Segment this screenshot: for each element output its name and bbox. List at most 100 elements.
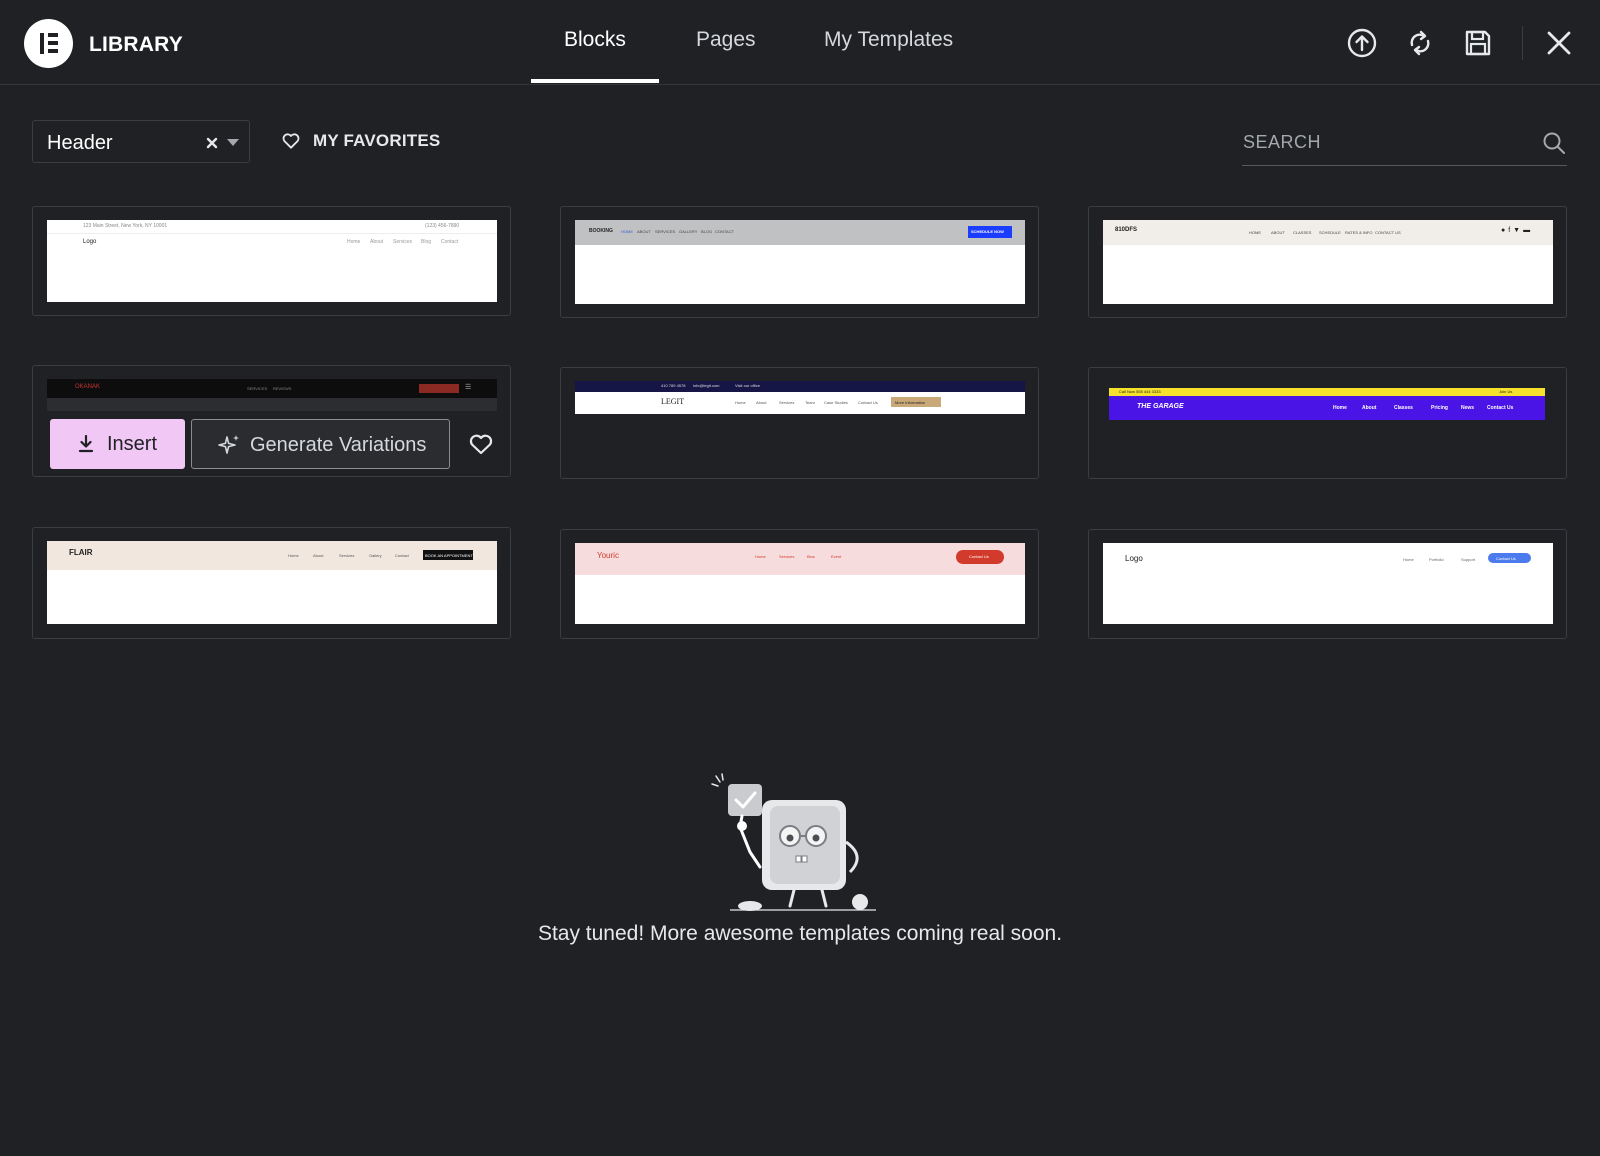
mascot-illustration [711, 773, 876, 911]
thumb-logo: LEGIT [661, 397, 685, 406]
thumb-nav: SERVICES [247, 386, 268, 391]
template-card[interactable]: 123 Main Street, New York, NY 10001 (123… [32, 206, 511, 316]
thumb-nav: Classes [1394, 405, 1413, 411]
thumb-nav: Pricing [1431, 405, 1448, 411]
thumb-nav: About [313, 553, 324, 558]
search-box [1242, 122, 1567, 166]
tab-blocks[interactable]: Blocks [564, 28, 626, 52]
thumb-cta-label: Contact Us [969, 554, 989, 559]
empty-state-message: Stay tuned! More awesome templates comin… [537, 922, 1063, 945]
thumb-nav: News [1461, 405, 1475, 411]
thumb-logo: BOOKING [589, 228, 613, 234]
thumb-nav: CONTACT [715, 229, 735, 234]
thumb-text: info@legit.com [693, 383, 720, 388]
thumb-text: 410 789 4578 [661, 383, 686, 388]
thumb-nav: CONTACT US [1375, 230, 1401, 235]
template-thumbnail: Logo Home Portfolio Support Contact Us [1103, 543, 1553, 624]
thumb-logo: 810DFS [1115, 227, 1138, 233]
thumb-nav: Contact Us [1487, 405, 1514, 411]
library-header: LIBRARY Blocks Pages My Templates [0, 0, 1600, 85]
template-thumbnail: 410 789 4578 info@legit.com Visit our of… [575, 381, 1025, 414]
template-thumbnail: OKANAK SERVICES REVIEWS ☰ [47, 379, 497, 411]
thumb-nav: SERVICES [655, 229, 676, 234]
template-card[interactable]: 410 789 4578 info@legit.com Visit our of… [560, 367, 1039, 479]
header-divider [1522, 26, 1523, 60]
tab-pages[interactable]: Pages [696, 28, 756, 52]
thumb-nav: Services [393, 239, 413, 245]
thumb-nav: Case Studies [824, 400, 848, 405]
elementor-logo-icon [24, 19, 73, 68]
sparkle-icon [218, 435, 239, 454]
category-select-value: Header [47, 132, 113, 154]
thumb-nav: BLOG [701, 229, 713, 234]
thumb-logo: Logo [1125, 554, 1143, 563]
thumb-nav: RATES & INFO [1345, 230, 1373, 235]
thumb-text: Visit our office [735, 383, 760, 388]
thumb-nav: About [370, 239, 384, 245]
thumb-cta-label: Contact Us [1496, 556, 1516, 561]
library-title: LIBRARY [89, 33, 183, 56]
thumb-nav: Bios [807, 554, 815, 559]
template-card[interactable]: FLAIR Home About Services Gallery Contac… [32, 527, 511, 639]
heart-icon [282, 133, 300, 149]
thumb-nav: Services [339, 553, 355, 558]
close-icon[interactable] [1542, 26, 1576, 60]
hamburger-icon: ☰ [465, 384, 472, 391]
thumb-nav: ABOUT [1271, 230, 1285, 235]
insert-button[interactable]: Insert [50, 419, 185, 469]
upload-icon[interactable] [1345, 26, 1379, 60]
thumb-logo: Youric [597, 551, 619, 560]
thumb-nav: Contact [395, 553, 409, 558]
thumb-nav: Event [831, 554, 842, 559]
thumb-nav: Services [779, 554, 795, 559]
template-card[interactable]: 810DFS HOME ABOUT CLASSES SCHEDULE RATES… [1088, 206, 1567, 318]
sync-icon[interactable] [1403, 26, 1437, 60]
download-icon [78, 435, 94, 453]
category-select[interactable]: Header [32, 120, 250, 163]
generate-variations-button[interactable]: Generate Variations [191, 419, 450, 469]
template-card[interactable]: Logo Home Portfolio Support Contact Us [1088, 529, 1567, 639]
thumb-text: Call Now 555 444 3333 [1119, 389, 1161, 394]
template-card[interactable]: Youric Home Services Bios Event Contact … [560, 529, 1039, 639]
clear-icon[interactable] [205, 133, 219, 151]
template-thumbnail: Call Now 555 444 3333 Join Us THE GARAGE… [1109, 388, 1545, 420]
thumb-logo: OKANAK [75, 384, 101, 390]
thumb-nav: Home [288, 553, 299, 558]
thumb-nav: ABOUT [637, 229, 651, 234]
social-icons: ●f▼▬ [1501, 227, 1534, 234]
thumb-nav: Home [755, 554, 766, 559]
template-thumbnail: Youric Home Services Bios Event Contact … [575, 543, 1025, 624]
thumb-nav: HOME [621, 229, 633, 234]
thumb-nav: Portfolio [1429, 557, 1444, 562]
template-card[interactable]: BOOKING HOME ABOUT SERVICES GALLERY BLOG… [560, 206, 1039, 318]
thumb-cta-label: SCHEDULE NOW [971, 229, 1004, 234]
thumb-nav: Support [1461, 557, 1476, 562]
favorite-heart-icon[interactable] [468, 432, 494, 456]
search-input[interactable] [1243, 132, 1523, 153]
thumb-nav: Blog [421, 239, 432, 245]
thumb-nav: CLASSES [1293, 230, 1312, 235]
save-icon[interactable] [1461, 26, 1495, 60]
thumb-nav: About [756, 400, 767, 405]
thumb-nav: Contact [441, 239, 459, 245]
thumb-nav: Home [735, 400, 746, 405]
search-icon[interactable] [1542, 131, 1566, 155]
thumb-nav: SCHEDULE [1319, 230, 1341, 235]
tab-my-templates[interactable]: My Templates [824, 28, 953, 52]
active-tab-indicator [531, 79, 659, 83]
thumb-nav: HOME [1249, 230, 1261, 235]
thumb-text: (123) 456-7890 [425, 223, 460, 229]
thumb-nav: Home [1403, 557, 1414, 562]
template-thumbnail: 810DFS HOME ABOUT CLASSES SCHEDULE RATES… [1103, 220, 1553, 304]
thumb-nav: About [1362, 405, 1377, 411]
thumb-logo: Logo [83, 239, 97, 245]
template-card[interactable]: Call Now 555 444 3333 Join Us THE GARAGE… [1088, 367, 1567, 479]
thumb-nav: Contact Us [858, 400, 878, 405]
thumb-nav: REVIEWS [273, 386, 292, 391]
thumb-logo: THE GARAGE [1137, 403, 1184, 410]
my-favorites-label: MY FAVORITES [313, 131, 441, 150]
chevron-down-icon [227, 139, 239, 146]
thumb-nav: GALLERY [679, 229, 698, 234]
thumb-cta-label: More Information [895, 400, 926, 405]
thumb-nav: Services [779, 400, 795, 405]
